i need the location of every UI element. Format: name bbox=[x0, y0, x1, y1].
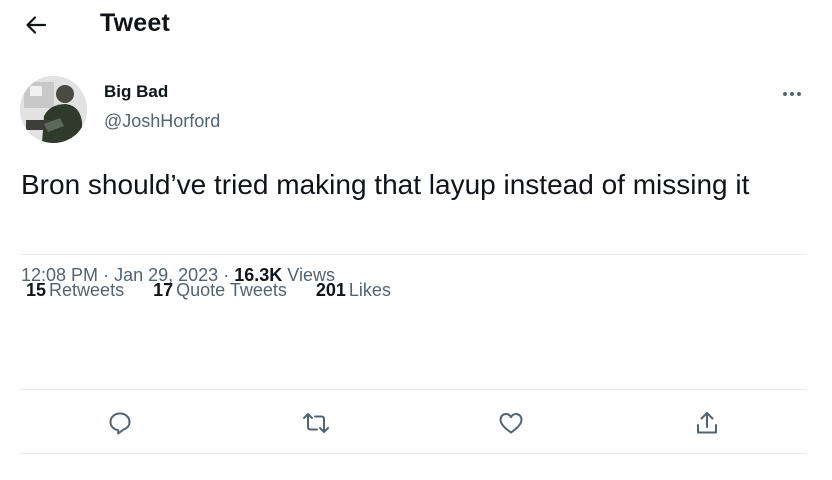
quote-tweets-stat[interactable]: 17 Quote Tweets bbox=[153, 280, 287, 301]
likes-label: Likes bbox=[348, 280, 391, 300]
action-bar bbox=[0, 400, 832, 446]
share-button[interactable] bbox=[690, 406, 724, 440]
divider bbox=[20, 254, 806, 255]
like-button[interactable] bbox=[494, 406, 528, 440]
retweets-label: Retweets bbox=[49, 280, 125, 300]
avatar[interactable] bbox=[20, 76, 87, 143]
ellipsis-icon bbox=[782, 91, 802, 97]
likes-stat[interactable]: 201 Likes bbox=[316, 280, 391, 301]
quote-tweets-label: Quote Tweets bbox=[176, 280, 287, 300]
heart-icon bbox=[498, 411, 524, 435]
more-button[interactable] bbox=[776, 84, 808, 104]
divider bbox=[20, 389, 806, 390]
retweet-button[interactable] bbox=[299, 406, 333, 440]
retweets-count: 15 bbox=[26, 280, 47, 300]
retweet-icon bbox=[301, 410, 331, 436]
reply-button[interactable] bbox=[103, 406, 137, 440]
share-icon bbox=[695, 410, 719, 436]
arrow-left-icon bbox=[25, 15, 47, 35]
retweets-stat[interactable]: 15 Retweets bbox=[26, 280, 124, 301]
tweet-text: Bron should’ve tried making that layup i… bbox=[21, 169, 750, 200]
top-bar: Tweet bbox=[0, 0, 832, 48]
likes-count: 201 bbox=[315, 280, 346, 300]
page-title: Tweet bbox=[100, 9, 170, 37]
back-button[interactable] bbox=[18, 8, 54, 42]
author-display-name[interactable]: Big Bad bbox=[104, 82, 168, 102]
author-handle[interactable]: @JoshHorford bbox=[104, 111, 220, 132]
reply-icon bbox=[107, 410, 133, 436]
divider bbox=[20, 453, 806, 454]
engagement-stats: 15 Retweets 17 Quote Tweets 201 Likes bbox=[26, 280, 415, 301]
quote-tweets-count: 17 bbox=[153, 280, 174, 300]
